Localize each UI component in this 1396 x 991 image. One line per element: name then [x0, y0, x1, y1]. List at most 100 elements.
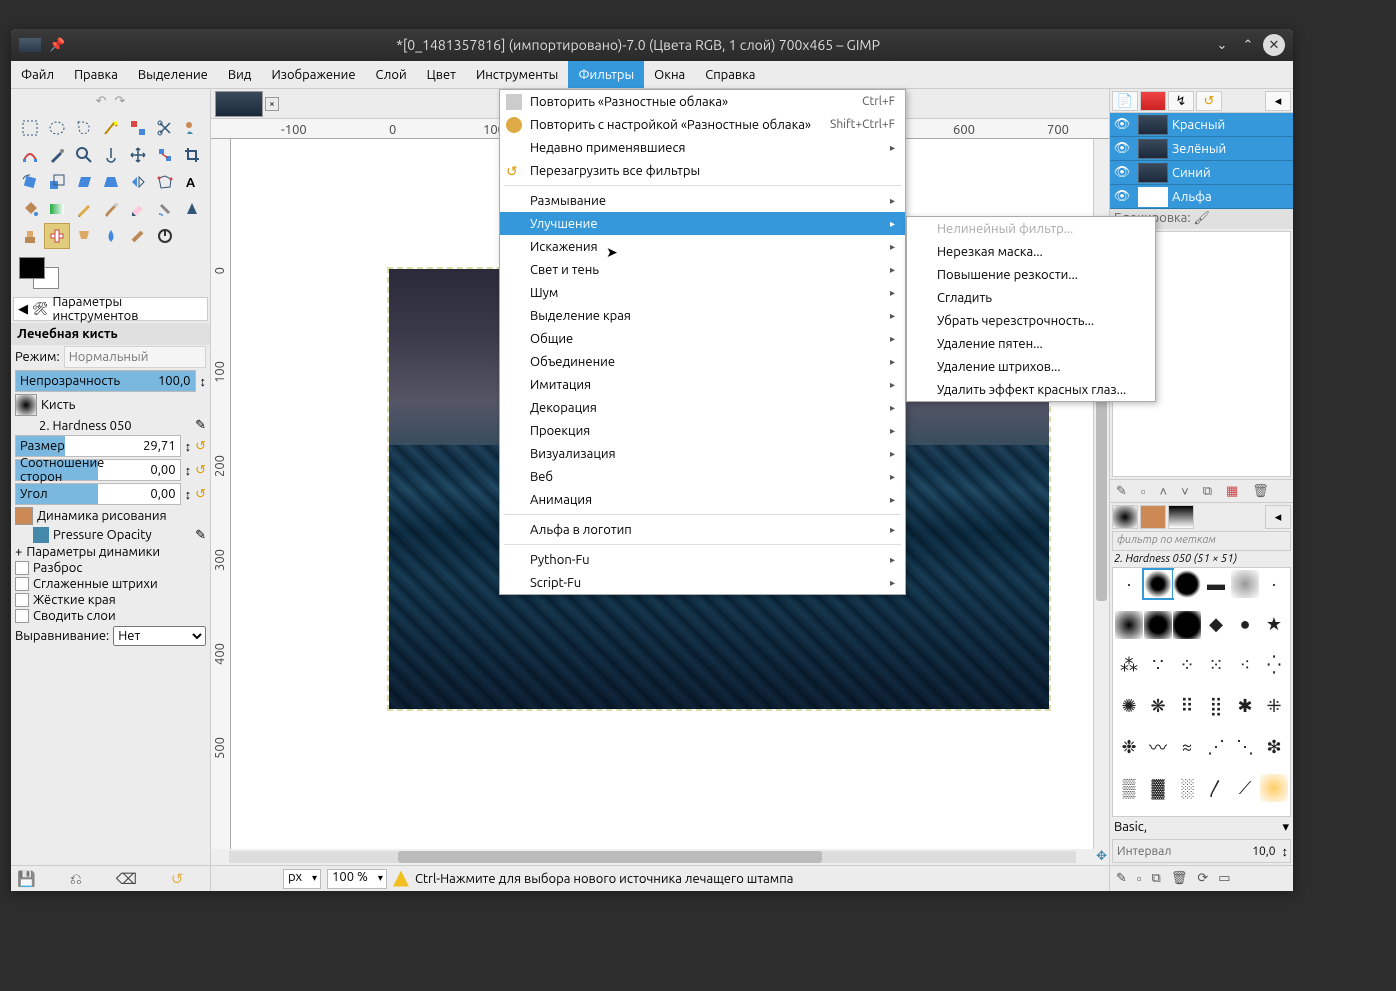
menu-item-web[interactable]: Веб▸ [500, 465, 905, 488]
channel-alpha[interactable]: 👁Альфа [1110, 185, 1293, 209]
patterns-tab-icon[interactable] [1140, 505, 1166, 529]
tool-fuzzy-select[interactable] [98, 115, 124, 141]
spinner-icon[interactable]: ↕ [185, 463, 192, 478]
brush-item[interactable]: 〰 [1144, 733, 1172, 761]
ruler-vertical[interactable]: 0 100 200 300 400 500 [211, 139, 231, 849]
tool-text[interactable]: A [179, 169, 205, 195]
edit-icon[interactable]: ✎ [1116, 871, 1127, 886]
menu-item-artistic[interactable]: Имитация▸ [500, 373, 905, 396]
menu-item-enhance[interactable]: Улучшение▸ [500, 212, 905, 235]
brush-item[interactable]: ░ [1173, 774, 1201, 802]
ratio-slider[interactable]: Соотношение сторон0,00 [15, 459, 181, 481]
unit-combo[interactable]: px [283, 869, 321, 889]
visibility-icon[interactable]: 👁 [1110, 117, 1134, 132]
visibility-icon[interactable]: 👁 [1110, 189, 1134, 204]
tool-color-picker[interactable] [44, 142, 70, 168]
tool-options-tab[interactable]: ◀🛠Параметры инструментов [13, 297, 208, 321]
paths-tab-icon[interactable]: ↯ [1168, 91, 1194, 111]
angle-slider[interactable]: Угол0,00 [15, 483, 181, 505]
brush-spacing[interactable]: Интервал10,0↕ [1112, 839, 1291, 863]
spinner-icon[interactable]: ↕ [185, 439, 192, 454]
brush-item[interactable]: · [1115, 570, 1143, 598]
menu-layer[interactable]: Слой [366, 61, 417, 88]
brush-item[interactable]: ▬ [1202, 570, 1230, 598]
tool-rect-select[interactable] [17, 115, 43, 141]
tool-zoom[interactable] [71, 142, 97, 168]
to-selection-icon[interactable]: ▦ [1226, 484, 1238, 499]
reset-all-icon[interactable]: ↺ [171, 870, 184, 888]
brush-item[interactable] [1144, 570, 1172, 598]
redo-icon[interactable]: ↷ [115, 94, 126, 109]
size-slider[interactable]: Размер29,71 [15, 435, 181, 457]
tool-flip[interactable] [125, 169, 151, 195]
menu-item-combine[interactable]: Объединение▸ [500, 350, 905, 373]
tool-ellipse-select[interactable] [44, 115, 70, 141]
menu-item-noise[interactable]: Шум▸ [500, 281, 905, 304]
menu-tools[interactable]: Инструменты [466, 61, 568, 88]
brush-item[interactable]: ⁘ [1173, 652, 1201, 680]
smooth-checkbox[interactable] [15, 577, 29, 591]
brush-item[interactable]: ▒ [1115, 774, 1143, 802]
brush-item[interactable]: ∵ [1144, 652, 1172, 680]
layers-tab-icon[interactable]: 📄 [1112, 91, 1138, 111]
brush-thumb[interactable] [15, 394, 37, 416]
reset-icon[interactable]: ↺ [195, 439, 206, 454]
dock-menu-icon[interactable]: ◂ [1265, 505, 1291, 529]
tool-airbrush[interactable] [152, 196, 178, 222]
tool-rotate[interactable] [17, 169, 43, 195]
tool-free-select[interactable] [71, 115, 97, 141]
expand-icon[interactable]: + [15, 545, 22, 559]
brush-item[interactable]: · [1260, 570, 1288, 598]
brush-item[interactable]: ✺ [1115, 692, 1143, 720]
tool-ink[interactable] [179, 196, 205, 222]
refresh-icon[interactable]: ⟳ [1197, 871, 1208, 886]
menu-item-edge[interactable]: Выделение края▸ [500, 304, 905, 327]
undo-tab-icon[interactable]: ↺ [1196, 91, 1222, 111]
reset-icon[interactable]: ↺ [195, 463, 206, 478]
brush-item[interactable]: ✱ [1231, 692, 1259, 720]
titlebar[interactable]: 📌 *[0_1481357816] (импортировано)-7.0 (Ц… [11, 29, 1293, 61]
tool-dodge[interactable] [152, 223, 178, 249]
brush-item[interactable] [1231, 570, 1259, 598]
zoom-combo[interactable]: 100 % [327, 869, 387, 889]
brush-item[interactable]: ⁙ [1202, 652, 1230, 680]
tool-eraser[interactable] [125, 196, 151, 222]
duplicate-icon[interactable]: ⧉ [1203, 484, 1212, 499]
spinner-icon[interactable]: ↕ [200, 374, 207, 389]
menu-item-python-fu[interactable]: Python-Fu▸ [500, 548, 905, 571]
brush-item[interactable]: ⁜ [1260, 692, 1288, 720]
color-swatches[interactable] [11, 251, 210, 295]
tool-crop[interactable] [179, 142, 205, 168]
menu-file[interactable]: Файл [11, 61, 64, 88]
brush-grid[interactable]: · ▬ · ◆ ● ★ ⁂ ∵ ⁘ ⁙ ⁖ ⁛ ✺ ❋ ⠿ [1112, 567, 1291, 817]
menu-item-script-fu[interactable]: Script-Fu▸ [500, 571, 905, 594]
tool-measure[interactable] [98, 142, 124, 168]
image-tab[interactable] [215, 91, 263, 117]
delete-icon[interactable]: 🗑 [1171, 871, 1188, 886]
align-select[interactable]: Нет [113, 626, 206, 646]
menu-help[interactable]: Справка [695, 61, 765, 88]
submenu-item-redeye[interactable]: Удалить эффект красных глаз... [907, 378, 1155, 401]
delete-icon[interactable]: 🗑 [1252, 484, 1269, 499]
brush-item[interactable]: ⟋ [1231, 774, 1259, 802]
flatten-checkbox[interactable] [15, 609, 29, 623]
new-icon[interactable]: ▫ [1137, 871, 1142, 886]
tool-blend[interactable] [44, 196, 70, 222]
fg-color[interactable] [19, 257, 45, 279]
brush-filter-input[interactable]: фильтр по меткам [1112, 531, 1291, 551]
maximize-button[interactable]: ⌃ [1237, 34, 1259, 56]
duplicate-icon[interactable]: ⧉ [1152, 871, 1161, 886]
tool-bucket-fill[interactable] [17, 196, 43, 222]
submenu-item-destripe[interactable]: Удаление штрихов... [907, 355, 1155, 378]
tool-heal[interactable] [44, 223, 70, 249]
nav-icon[interactable]: ✥ [1094, 849, 1109, 865]
brush-item[interactable] [1173, 611, 1201, 639]
brushes-tab-icon[interactable] [1112, 505, 1138, 529]
horizontal-scrollbar[interactable] [229, 851, 1076, 863]
edit-icon[interactable]: ✎ [1116, 484, 1127, 499]
tool-pencil[interactable] [71, 196, 97, 222]
pin-icon[interactable]: 📌 [49, 38, 65, 53]
submenu-item-deinterlace[interactable]: Убрать черезстрочность... [907, 309, 1155, 332]
submenu-item-unsharp[interactable]: Нерезкая маска... [907, 240, 1155, 263]
brush-item[interactable]: ⁛ [1260, 652, 1288, 680]
